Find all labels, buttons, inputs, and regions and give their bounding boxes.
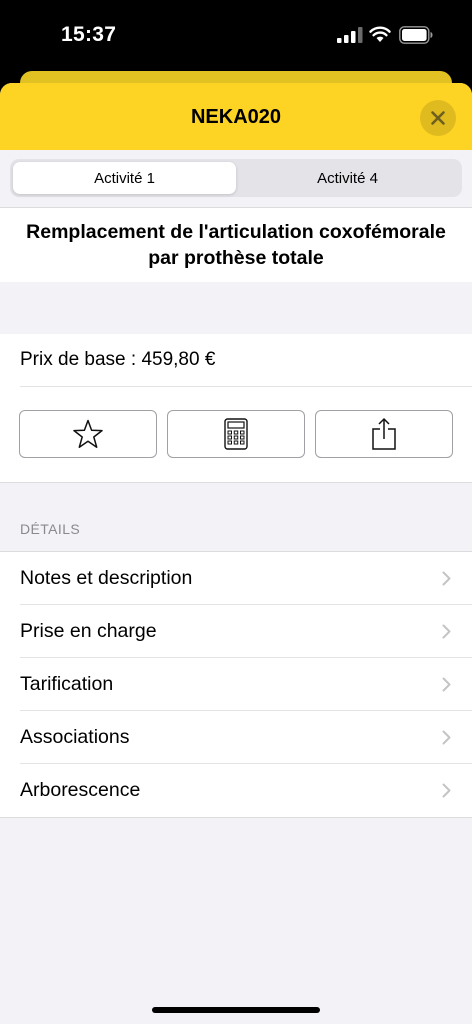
list-item-label: Arborescence xyxy=(20,779,141,801)
tab-activite-4[interactable]: Activité 4 xyxy=(236,162,459,194)
details-section-header: DÉTAILS xyxy=(0,521,472,551)
tab-activite-1[interactable]: Activité 1 xyxy=(13,162,236,194)
chevron-right-icon xyxy=(442,624,451,639)
favorite-button[interactable] xyxy=(19,409,157,458)
star-icon xyxy=(73,419,103,448)
base-price: Prix de base : 459,80 € xyxy=(20,334,472,387)
list-item-label: Associations xyxy=(20,726,130,748)
info-block: Prix de base : 459,80 € xyxy=(0,334,472,483)
app-screen: 15:37 NEKA020 Activité 1 Activité 4 Remp… xyxy=(0,0,472,1024)
chevron-right-icon xyxy=(442,730,451,745)
act-title: Remplacement de l'articulation coxofémor… xyxy=(26,221,446,269)
list-item-notes-description[interactable]: Notes et description xyxy=(0,552,472,605)
calculator-icon xyxy=(224,417,248,450)
sheet-header: NEKA020 xyxy=(0,83,472,150)
activity-segmented-control: Activité 1 Activité 4 xyxy=(10,159,462,197)
act-title-box: Remplacement de l'articulation coxofémor… xyxy=(0,208,472,282)
list-item-label: Prise en charge xyxy=(20,620,157,642)
calculator-button[interactable] xyxy=(167,409,305,458)
battery-icon xyxy=(399,26,433,44)
list-item-tarification[interactable]: Tarification xyxy=(0,658,472,711)
spacer xyxy=(0,483,472,521)
list-item-prise-en-charge[interactable]: Prise en charge xyxy=(0,605,472,658)
spacer xyxy=(0,282,472,334)
wifi-icon xyxy=(369,26,391,42)
share-button[interactable] xyxy=(315,409,453,458)
status-time: 15:37 xyxy=(61,23,117,46)
home-indicator[interactable] xyxy=(152,1007,320,1013)
modal-sheet: NEKA020 Activité 1 Activité 4 Remplaceme… xyxy=(0,83,472,1024)
list-item-associations[interactable]: Associations xyxy=(0,711,472,764)
list-item-arborescence[interactable]: Arborescence xyxy=(0,764,472,817)
close-button[interactable] xyxy=(420,100,456,136)
chevron-right-icon xyxy=(442,783,451,798)
list-item-label: Notes et description xyxy=(20,567,193,589)
list-item-label: Tarification xyxy=(20,673,114,695)
details-list: Notes et description Prise en charge Tar… xyxy=(0,551,472,818)
close-icon xyxy=(431,111,445,125)
share-icon xyxy=(372,417,396,450)
cellular-signal-icon xyxy=(337,27,363,43)
sheet-title: NEKA020 xyxy=(190,106,282,128)
chevron-right-icon xyxy=(442,571,451,586)
segment-bar: Activité 1 Activité 4 xyxy=(0,150,472,208)
action-buttons-row xyxy=(0,387,472,483)
chevron-right-icon xyxy=(442,677,451,692)
status-bar: 15:37 xyxy=(0,0,472,70)
